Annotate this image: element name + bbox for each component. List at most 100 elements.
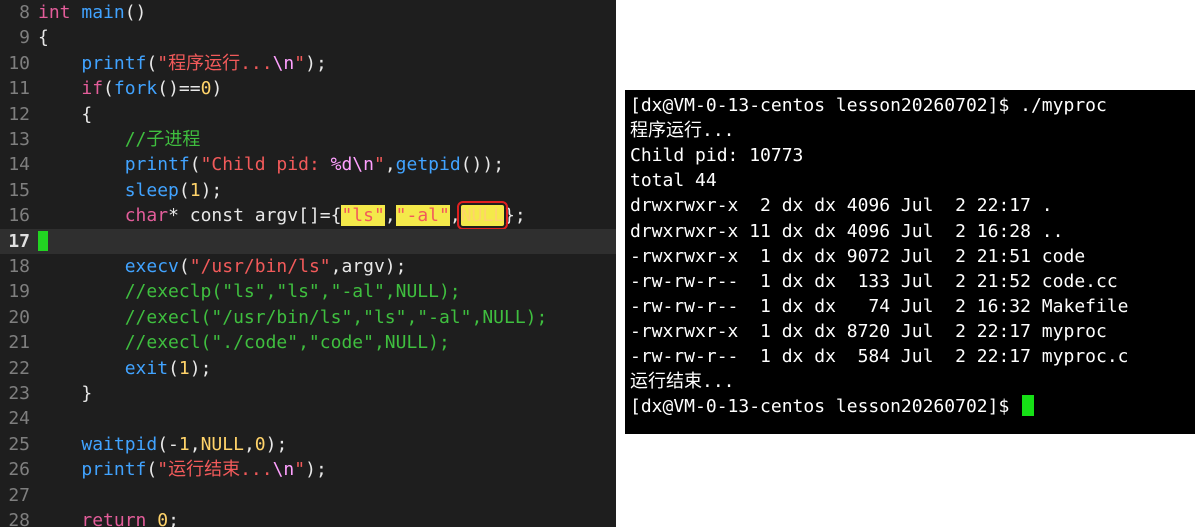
terminal-line: -rwxrwxr-x 1 dx dx 9072 Jul 2 21:51 code (630, 244, 1085, 269)
line-number: 13 (8, 129, 30, 150)
code-line[interactable]: 28 return 0; (0, 508, 616, 527)
code-text[interactable]: { (38, 25, 49, 50)
terminal-line: drwxrwxr-x 11 dx dx 4096 Jul 2 16:28 .. (630, 219, 1063, 244)
code-line[interactable]: 22 exit(1); (0, 356, 616, 381)
code-text[interactable] (38, 229, 48, 254)
code-line[interactable]: 11 if(fork()==0) (0, 76, 616, 101)
code-line[interactable]: 25 waitpid(-1,NULL,0); (0, 432, 616, 457)
code-line[interactable]: 27 (0, 483, 616, 508)
code-token: printf (81, 459, 147, 481)
code-text[interactable]: char* const argv[]={"ls","-al",NULL}; (38, 201, 526, 231)
code-text[interactable]: //子进程 (38, 127, 201, 152)
terminal-line: 运行结束... (630, 369, 735, 394)
terminal-line: -rw-rw-r-- 1 dx dx 133 Jul 2 21:52 code.… (630, 269, 1118, 294)
code-editor[interactable]: 8 int main() 9{10 printf("程序运行...\n"); 11 i… (0, 0, 616, 527)
code-text[interactable]: printf("Child pid: %d\n",getpid()); (38, 152, 504, 177)
terminal-text: -rw-rw-r-- 1 dx dx 74 Jul 2 16:32 Makefi… (630, 295, 1129, 317)
code-token: ,argv); (330, 256, 407, 277)
code-token: 1 (178, 357, 190, 379)
code-text[interactable]: } (38, 381, 92, 406)
code-line[interactable]: 24 (0, 406, 616, 431)
code-line[interactable]: 20 //execl("/usr/bin/ls","ls","-al",NULL… (0, 305, 616, 330)
code-token: , (243, 433, 255, 455)
line-number: 27 (8, 484, 30, 506)
code-line[interactable]: 16 char* const argv[]={"ls","-al",NULL}; (0, 201, 616, 231)
code-token: return (81, 510, 147, 527)
line-number: 20 (8, 306, 30, 328)
code-line[interactable]: 9{ (0, 25, 616, 50)
code-line[interactable]: 23 } (0, 381, 616, 406)
code-token: sleep (124, 179, 179, 201)
terminal-text: [dx@VM-0-13-centos lesson20260702]$ ./my… (630, 95, 1107, 116)
terminal-line: total 44 (630, 168, 717, 193)
code-token: ()); (460, 154, 505, 176)
code-text[interactable]: int main() (38, 0, 146, 25)
terminal-text: Child pid: 10773 (630, 145, 804, 167)
code-token: , (189, 433, 201, 455)
code-token: " (373, 154, 385, 176)
code-token: int (38, 2, 71, 23)
code-text[interactable]: printf("运行结束...\n"); (38, 457, 326, 482)
code-line[interactable]: 26 printf("运行结束...\n"); (0, 457, 616, 482)
code-text[interactable]: printf("程序运行...\n"); (38, 51, 326, 76)
code-token: "Child pid: (200, 154, 331, 176)
code-text[interactable]: waitpid(-1,NULL,0); (38, 432, 287, 457)
code-line[interactable]: 17 (0, 228, 616, 254)
code-token: () (124, 2, 147, 23)
code-token: getpid (395, 154, 461, 176)
code-token: "程序运行... (157, 52, 273, 74)
line-number: 26 (8, 459, 30, 481)
code-line[interactable]: 12 { (0, 102, 616, 127)
editor-cursor (38, 230, 48, 251)
code-token: //execl("./code","code",NULL); (124, 332, 450, 354)
code-text[interactable]: { (38, 102, 92, 127)
code-token: "/usr/bin/ls" (189, 256, 331, 277)
code-token: * const argv[]={ (168, 205, 342, 227)
code-token: 1 (189, 179, 201, 201)
code-text[interactable]: return 0; (38, 508, 179, 527)
terminal-text: drwxrwxr-x 2 dx dx 4096 Jul 2 22:17 . (630, 195, 1053, 217)
code-token: { (38, 103, 93, 125)
code-token: NULL (456, 201, 509, 231)
terminal-window[interactable]: [dx@VM-0-13-centos lesson20260702]$ ./my… (625, 90, 1195, 434)
code-line[interactable]: 13 //子进程 (0, 127, 616, 152)
code-token: //execlp("ls","ls","-al",NULL); (124, 281, 461, 303)
line-number: 8 (19, 2, 30, 23)
code-token: ( (146, 52, 158, 74)
code-text[interactable]: if(fork()==0) (38, 76, 222, 101)
line-number: 12 (8, 103, 30, 125)
terminal-text: -rw-rw-r-- 1 dx dx 584 Jul 2 22:17 mypro… (630, 346, 1129, 367)
code-line[interactable]: 18 execv("/usr/bin/ls",argv); (0, 254, 616, 279)
code-token: printf (124, 154, 190, 176)
code-text[interactable]: sleep(1); (38, 178, 223, 203)
code-text[interactable]: //execl("/usr/bin/ls","ls","-al",NULL); (38, 305, 548, 330)
code-line[interactable]: 19 //execlp("ls","ls","-al",NULL); (0, 279, 616, 304)
code-line[interactable]: 21 //execl("./code","code",NULL); (0, 330, 616, 355)
code-token: exit (124, 357, 169, 379)
code-text[interactable]: //execl("./code","code",NULL); (38, 330, 450, 355)
terminal-text: drwxrwxr-x 11 dx dx 4096 Jul 2 16:28 .. (630, 220, 1064, 242)
line-number: 18 (8, 256, 30, 277)
code-token: fork (113, 78, 158, 100)
code-text[interactable]: exit(1); (38, 356, 212, 381)
line-number: 14 (8, 154, 30, 176)
code-token: \n (272, 52, 295, 74)
code-token: execv (124, 256, 179, 277)
code-token: ) (211, 78, 223, 100)
code-line[interactable]: 8 int main() (0, 0, 616, 25)
terminal-line: drwxrwxr-x 2 dx dx 4096 Jul 2 22:17 . (630, 193, 1053, 218)
code-token: main (81, 2, 125, 23)
code-text[interactable]: execv("/usr/bin/ls",argv); (38, 254, 407, 279)
terminal-text: -rwxrwxr-x 1 dx dx 9072 Jul 2 21:51 code (630, 245, 1086, 267)
code-token: }; (504, 205, 526, 227)
code-token: } (38, 383, 93, 404)
code-line[interactable]: 10 printf("程序运行...\n"); (0, 51, 616, 76)
code-text[interactable]: //execlp("ls","ls","-al",NULL); (38, 279, 461, 304)
terminal-line: 程序运行... (630, 118, 735, 143)
code-line[interactable]: 14 printf("Child pid: %d\n",getpid()); (0, 152, 616, 177)
code-line[interactable]: 15 sleep(1); (0, 178, 616, 203)
